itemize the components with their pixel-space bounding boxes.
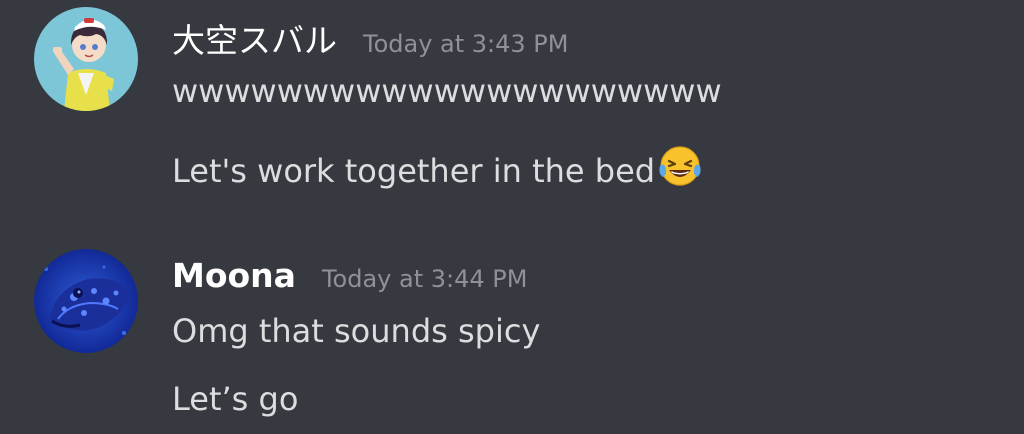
avatar[interactable] [34, 7, 138, 111]
avatar[interactable] [34, 249, 138, 353]
message-text: Omg that sounds spicy [172, 312, 541, 350]
username[interactable]: Moona [172, 256, 296, 295]
fish-avatar-icon [34, 249, 138, 353]
face-with-tears-of-joy-icon[interactable] [657, 144, 703, 196]
anime-avatar-icon [34, 7, 138, 111]
message-group-subaru: 大空スバル Today at 3:43 PM wwwwwwwwwwwwwwwww… [0, 0, 1024, 220]
message-text-row: Let's work together in the bed [172, 144, 703, 196]
message-header: Moona Today at 3:44 PM [172, 256, 527, 295]
message-text: Let's work together in the bed [172, 152, 656, 190]
message-group-moona: Moona Today at 3:44 PM Omg that sounds s… [0, 240, 1024, 434]
username[interactable]: 大空スバル [172, 14, 337, 62]
message-text: wwwwwwwwwwwwwwwwwwwww [172, 72, 722, 110]
timestamp[interactable]: Today at 3:43 PM [363, 30, 569, 58]
message-text: Let’s go [172, 380, 299, 418]
timestamp[interactable]: Today at 3:44 PM [322, 265, 528, 293]
message-header: 大空スバル Today at 3:43 PM [172, 14, 569, 62]
